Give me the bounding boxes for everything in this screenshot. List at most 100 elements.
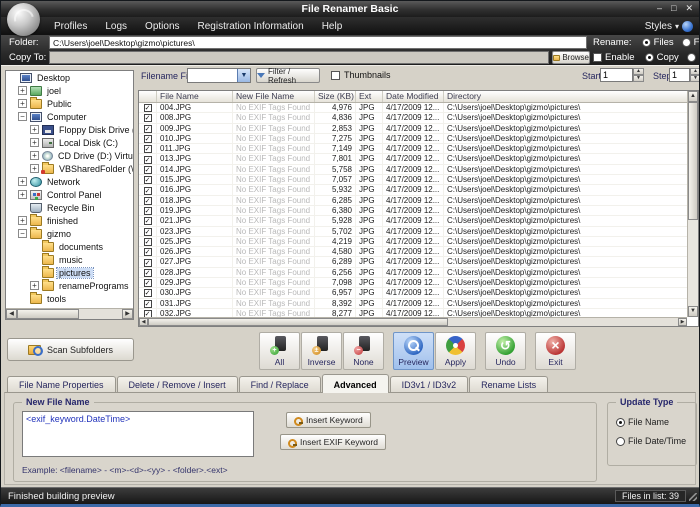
action-button[interactable]: Exit	[535, 332, 576, 370]
column-header-check[interactable]	[139, 91, 157, 102]
row-checkbox[interactable]	[144, 248, 152, 256]
tree-expander[interactable]	[18, 99, 27, 108]
copymove-radio-option[interactable]: Copy	[645, 52, 679, 63]
copymove-radio-option[interactable]: Move	[687, 52, 700, 63]
tree-item[interactable]: documents	[6, 240, 133, 253]
scroll-left-icon[interactable]: ◀	[139, 318, 148, 326]
scroll-down-icon[interactable]: ▼	[688, 306, 698, 317]
tree-item[interactable]: pictures	[6, 266, 133, 279]
row-checkbox[interactable]	[144, 125, 152, 133]
column-header-directory[interactable]: Directory	[444, 91, 687, 102]
file-list-vertical-scrollbar[interactable]: ▲ ▼	[687, 91, 698, 317]
table-row[interactable]: 018.JPG No EXIF Tags Found 6,285 JPG 4/1…	[139, 196, 687, 206]
table-row[interactable]: 031.JPG No EXIF Tags Found 8,392 JPG 4/1…	[139, 299, 687, 309]
table-row[interactable]: 016.JPG No EXIF Tags Found 5,932 JPG 4/1…	[139, 185, 687, 195]
new-file-name-input[interactable]: <exif_keyword.DateTime>	[22, 411, 254, 457]
table-row[interactable]: 013.JPG No EXIF Tags Found 7,801 JPG 4/1…	[139, 154, 687, 164]
insert-keyword-button[interactable]: Insert Keyword	[286, 412, 371, 428]
row-checkbox[interactable]	[144, 176, 152, 184]
row-checkbox[interactable]	[144, 310, 152, 317]
action-button[interactable]: Apply	[435, 332, 476, 370]
table-row[interactable]: 014.JPG No EXIF Tags Found 5,758 JPG 4/1…	[139, 165, 687, 175]
tree-expander[interactable]	[18, 177, 27, 186]
table-row[interactable]: 025.JPG No EXIF Tags Found 4,219 JPG 4/1…	[139, 237, 687, 247]
action-button[interactable]: Undo	[485, 332, 526, 370]
menu-item[interactable]: Logs	[96, 21, 136, 32]
tree-item[interactable]: CD Drive (D:) VirtualBox Guest	[6, 149, 133, 162]
tab[interactable]: Find / Replace	[239, 376, 321, 393]
styles-dropdown[interactable]: Styles ▾	[645, 17, 693, 35]
tree-expander[interactable]	[18, 216, 27, 225]
table-row[interactable]: 026.JPG No EXIF Tags Found 4,580 JPG 4/1…	[139, 247, 687, 257]
row-checkbox[interactable]	[144, 166, 152, 174]
table-row[interactable]: 029.JPG No EXIF Tags Found 7,098 JPG 4/1…	[139, 278, 687, 288]
tab[interactable]: ID3v1 / ID3v2	[390, 376, 469, 393]
start-stepper[interactable]: ▲▼	[633, 68, 644, 82]
tree-expander[interactable]	[30, 255, 39, 264]
row-checkbox[interactable]	[144, 207, 152, 215]
table-row[interactable]: 004.JPG No EXIF Tags Found 4,976 JPG 4/1…	[139, 103, 687, 113]
table-row[interactable]: 008.JPG No EXIF Tags Found 4,836 JPG 4/1…	[139, 113, 687, 123]
row-checkbox[interactable]	[144, 269, 152, 277]
tree-expander[interactable]	[18, 203, 27, 212]
step-input[interactable]	[669, 68, 690, 82]
column-header-new-file-name[interactable]: New File Name	[233, 91, 315, 102]
table-row[interactable]: 010.JPG No EXIF Tags Found 7,275 JPG 4/1…	[139, 134, 687, 144]
rename-radio-option[interactable]: Files	[642, 37, 674, 48]
step-stepper[interactable]: ▲▼	[690, 68, 700, 82]
menu-item[interactable]: Options	[136, 21, 188, 32]
row-checkbox[interactable]	[144, 156, 152, 164]
column-header-date-modified[interactable]: Date Modified	[383, 91, 444, 102]
scroll-right-icon[interactable]: ▶	[678, 318, 687, 326]
table-row[interactable]: 023.JPG No EXIF Tags Found 5,702 JPG 4/1…	[139, 227, 687, 237]
close-button[interactable]: ✕	[685, 2, 693, 15]
dropdown-arrow-icon[interactable]: ▼	[237, 69, 250, 82]
row-checkbox[interactable]	[144, 217, 152, 225]
tree-item[interactable]: tools	[6, 292, 133, 305]
scroll-left-icon[interactable]: ◀	[6, 309, 17, 319]
table-row[interactable]: 021.JPG No EXIF Tags Found 5,928 JPG 4/1…	[139, 216, 687, 226]
table-row[interactable]: 009.JPG No EXIF Tags Found 2,853 JPG 4/1…	[139, 124, 687, 134]
tree-horizontal-scrollbar[interactable]: ◀ ▶	[6, 308, 133, 319]
copyto-path-input[interactable]	[49, 51, 549, 64]
row-checkbox[interactable]	[144, 114, 152, 122]
tree-expander[interactable]	[30, 125, 39, 134]
tree-expander[interactable]	[8, 73, 17, 82]
tree-expander[interactable]	[18, 190, 27, 199]
tree-expander[interactable]	[18, 229, 27, 238]
tree-expander[interactable]	[30, 281, 39, 290]
column-header-size[interactable]: Size (KB)	[315, 91, 356, 102]
filter-refresh-button[interactable]: Filter / Refresh	[256, 68, 320, 83]
table-row[interactable]: 011.JPG No EXIF Tags Found 7,149 JPG 4/1…	[139, 144, 687, 154]
row-checkbox[interactable]	[144, 135, 152, 143]
tree-item[interactable]: Recycle Bin	[6, 201, 133, 214]
thumbnails-checkbox[interactable]: Thumbnails	[331, 70, 391, 80]
row-checkbox[interactable]	[144, 187, 152, 195]
scrollbar-thumb[interactable]	[688, 102, 698, 220]
tree-expander[interactable]	[30, 138, 39, 147]
tree-expander[interactable]	[30, 151, 39, 160]
table-row[interactable]: 032.JPG No EXIF Tags Found 8,277 JPG 4/1…	[139, 309, 687, 317]
tree-item[interactable]: gizmo	[6, 227, 133, 240]
menu-item[interactable]: Profiles	[45, 21, 96, 32]
row-checkbox[interactable]	[144, 145, 152, 153]
tree-expander[interactable]	[30, 164, 39, 173]
rename-radio-option[interactable]: Folders	[682, 37, 700, 48]
tree-expander[interactable]	[30, 268, 39, 277]
row-checkbox[interactable]	[144, 228, 152, 236]
row-checkbox[interactable]	[144, 279, 152, 287]
maximize-button[interactable]: □	[671, 2, 676, 15]
action-button[interactable]: Inverse	[301, 332, 342, 370]
resize-grip[interactable]	[689, 493, 697, 501]
scan-subfolders-button[interactable]: Scan Subfolders	[7, 338, 134, 361]
tab[interactable]: File Name Properties	[7, 376, 116, 393]
menu-item[interactable]: Registration Information	[189, 21, 313, 32]
tab[interactable]: Rename Lists	[469, 376, 548, 393]
tree-item[interactable]: Floppy Disk Drive (A:)	[6, 123, 133, 136]
row-checkbox[interactable]	[144, 197, 152, 205]
insert-exif-keyword-button[interactable]: Insert EXIF Keyword	[280, 434, 386, 450]
tree-item[interactable]: renamePrograms	[6, 279, 133, 292]
folder-tree[interactable]: Desktop joel Public	[6, 71, 133, 308]
tree-expander[interactable]	[18, 112, 27, 121]
update-type-radio-option[interactable]: File Name	[616, 417, 686, 427]
